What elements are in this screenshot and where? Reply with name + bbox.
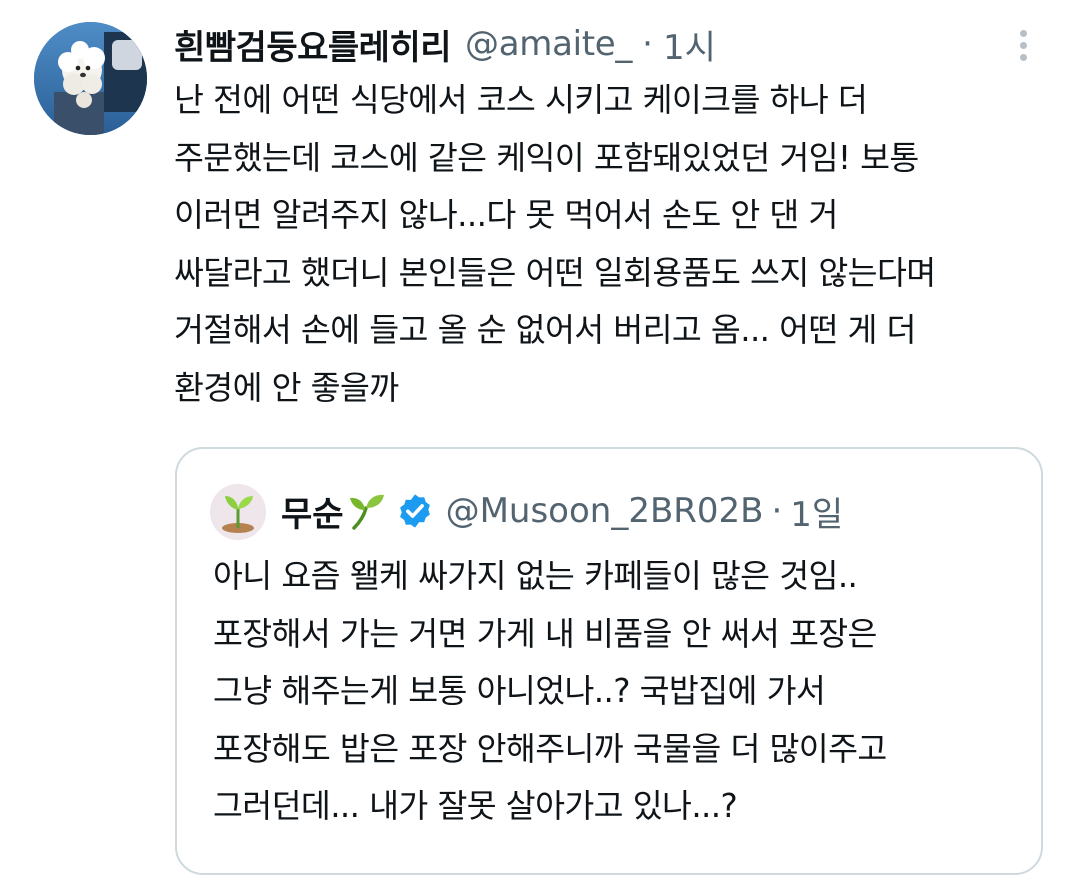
quoted-text-line: 포장해서 가는 거면 가게 내 비품을 안 써서 포장은 — [213, 614, 877, 653]
tweet-text-line: 난 전에 어떤 식당에서 코스 시키고 케이크를 하나 더 — [174, 81, 868, 119]
tweet-text-line: 환경에 안 좋을까 — [174, 368, 399, 407]
quoted-author-avatar[interactable] — [210, 484, 266, 540]
avatar-seedling-icon — [210, 484, 266, 540]
quoted-text-line: 포장해도 밥은 포장 안해주니까 국물을 더 많이주고 — [213, 729, 887, 768]
quoted-author-handle[interactable]: @Musoon_2BR02B — [446, 491, 764, 531]
quoted-text-line: 그냥 해주는게 보통 아니었나..? 국밥집에 가서 — [213, 672, 826, 710]
tweet-timestamp[interactable]: 1시 — [663, 20, 716, 69]
tweet-text-line: 이러면 알려주지 않나...다 못 먹어서 손도 안 댄 거 — [174, 196, 838, 234]
avatar-white-dog-photo — [34, 22, 147, 135]
tweet-text: 난 전에 어떤 식당에서 코스 시키고 케이크를 하나 더 주문했는데 코스에 … — [174, 72, 1044, 417]
tweet-header: 흰빰검둥요를레히리 @amaite_ · 1시 — [174, 14, 716, 74]
tweet-text-line: 거절해서 손에 들고 올 순 없어서 버리고 옴... 어떤 게 더 — [174, 311, 916, 349]
tweet: 흰빰검둥요를레히리 @amaite_ · 1시 난 전에 어떤 식당에서 코스 … — [0, 0, 1080, 891]
tweet-text-line: 주문했는데 코스에 같은 케익이 포함돼있었던 거임! 보통 — [174, 138, 919, 177]
author-handle[interactable]: @amaite_ — [465, 24, 632, 64]
more-vertical-icon[interactable] — [1012, 28, 1036, 64]
quoted-text-line: 아니 요즘 왤케 싸가지 없는 카페들이 많은 것임.. — [213, 557, 858, 595]
quoted-header-separator: · — [771, 491, 783, 531]
quoted-tweet-timestamp[interactable]: 1일 — [790, 487, 843, 536]
quoted-text-line: 그러던데... 내가 잘못 살아가고 있나...? — [213, 787, 738, 825]
seedling-icon — [346, 492, 386, 530]
quoted-tweet[interactable]: 무순 @Musoon_2BR02B · 1일 아니 요즘 왤케 싸가지 없는 카… — [175, 447, 1043, 875]
verified-badge-icon — [396, 492, 434, 530]
header-separator: · — [642, 24, 653, 64]
tweet-text-line: 싸달라고 했더니 본인들은 어떤 일회용품도 쓰지 않는다며 — [174, 253, 936, 292]
quoted-author-display-name[interactable]: 무순 — [281, 487, 344, 536]
quoted-tweet-text: 아니 요즘 왤케 싸가지 없는 카페들이 많은 것임.. 포장해서 가는 거면 … — [213, 548, 1013, 836]
quoted-tweet-header: 무순 @Musoon_2BR02B · 1일 — [281, 481, 843, 541]
author-avatar[interactable] — [34, 22, 147, 135]
author-display-name[interactable]: 흰빰검둥요를레히리 — [174, 20, 452, 69]
